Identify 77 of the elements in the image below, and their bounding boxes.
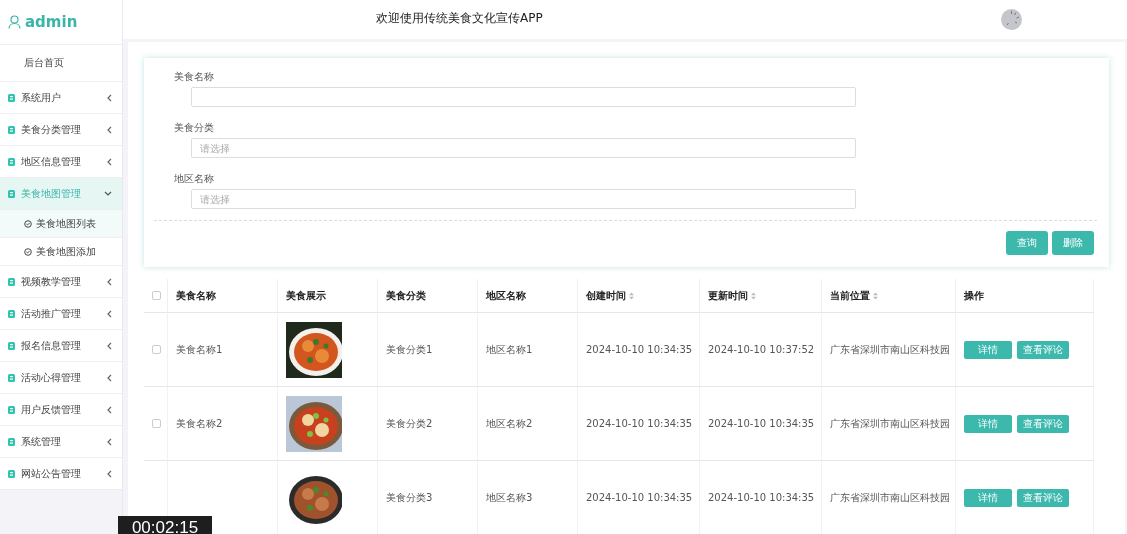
- sidebar-item[interactable]: 地区信息管理: [21, 154, 100, 169]
- table-cell: 广东省深圳市南山区科技园: [830, 342, 950, 357]
- column-header: 美食展示: [286, 288, 326, 303]
- user-icon: [8, 15, 21, 29]
- checkbox[interactable]: [152, 291, 161, 300]
- chevron-left-icon: [106, 437, 112, 446]
- tag-icon: [8, 405, 15, 414]
- table-cell: 2024-10-10 10:37:52: [708, 344, 815, 355]
- input-field[interactable]: 请选择: [191, 189, 856, 209]
- table-cell: 地区名称1: [486, 342, 533, 357]
- sidebar-item[interactable]: 美食分类管理: [21, 122, 100, 137]
- chevron-left-icon: [106, 405, 112, 414]
- field-label: 美食分类: [174, 121, 215, 135]
- submenu-item[interactable]: 美食地图添加: [36, 244, 96, 259]
- input-field[interactable]: [191, 87, 856, 107]
- checkbox[interactable]: [152, 345, 161, 354]
- input-field[interactable]: 请选择: [191, 138, 856, 158]
- tag-icon: [8, 125, 15, 134]
- checkbox[interactable]: [152, 419, 161, 428]
- sidebar-item[interactable]: 用户反馈管理: [21, 402, 100, 417]
- table-cell: 美食分类3: [386, 490, 433, 505]
- column-header: 更新时间: [708, 288, 748, 303]
- sidebar-item[interactable]: 视频教学管理: [21, 274, 100, 289]
- table-cell: 广东省深圳市南山区科技园: [830, 490, 950, 505]
- sidebar-item[interactable]: 活动心得管理: [21, 370, 100, 385]
- column-header: 地区名称: [486, 288, 526, 303]
- table-cell: 美食名称2: [176, 416, 223, 431]
- avatar-icon[interactable]: [1001, 9, 1022, 30]
- column-header: 创建时间: [586, 288, 626, 303]
- tag-icon: [8, 373, 15, 382]
- column-header: 美食名称: [176, 288, 216, 303]
- field-label: 地区名称: [174, 172, 215, 186]
- tag-icon: [8, 469, 15, 478]
- tag-icon: [8, 277, 15, 286]
- table-cell: 美食分类1: [386, 342, 433, 357]
- tag-icon: [8, 437, 15, 446]
- sidebar-item[interactable]: 报名信息管理: [21, 338, 100, 353]
- chevron-left-icon: [106, 309, 112, 318]
- check-circle-icon: [24, 247, 32, 256]
- chevron-left-icon: [106, 373, 112, 382]
- tag-icon: [8, 189, 15, 198]
- sidebar-item[interactable]: 活动推广管理: [21, 306, 100, 321]
- table-cell: 地区名称3: [486, 490, 533, 505]
- tag-icon: [8, 309, 15, 318]
- recording-timer: 00:02:15: [118, 516, 212, 534]
- field-label: 美食名称: [174, 70, 215, 84]
- table-cell: 美食名称1: [176, 342, 223, 357]
- table-cell: 2024-10-10 10:34:35: [586, 344, 693, 355]
- table-cell: 广东省深圳市南山区科技园: [830, 416, 950, 431]
- check-circle-icon: [24, 219, 32, 228]
- tag-icon: [8, 93, 15, 102]
- tag-icon: [8, 157, 15, 166]
- sort-icon[interactable]: [873, 291, 878, 300]
- table-cell: 地区名称2: [486, 416, 533, 431]
- column-header: 操作: [964, 288, 984, 303]
- chevron-left-icon: [106, 157, 112, 166]
- chevron-left-icon: [106, 125, 112, 134]
- chevron-down-icon: [104, 190, 112, 197]
- column-header: 当前位置: [830, 288, 870, 303]
- sidebar-item[interactable]: 系统用户: [21, 90, 100, 105]
- header-title: 欢迎使用传统美食文化宣传APP: [376, 10, 543, 27]
- brand-title: admin: [25, 13, 78, 31]
- table-cell: 2024-10-10 10:34:35: [586, 418, 693, 429]
- chevron-left-icon: [106, 93, 112, 102]
- chevron-left-icon: [106, 341, 112, 350]
- tag-icon: [8, 341, 15, 350]
- chevron-left-icon: [106, 277, 112, 286]
- sort-icon[interactable]: [629, 291, 634, 300]
- sidebar-item[interactable]: 网站公告管理: [21, 466, 100, 481]
- sort-icon[interactable]: [751, 291, 756, 300]
- table-cell: 美食分类2: [386, 416, 433, 431]
- table-cell: 2024-10-10 10:34:35: [708, 492, 815, 503]
- sidebar-item[interactable]: 系统管理: [21, 434, 100, 449]
- table-cell: 2024-10-10 10:34:35: [708, 418, 815, 429]
- column-header: 美食分类: [386, 288, 426, 303]
- table-cell: 2024-10-10 10:34:35: [586, 492, 693, 503]
- chevron-left-icon: [106, 469, 112, 478]
